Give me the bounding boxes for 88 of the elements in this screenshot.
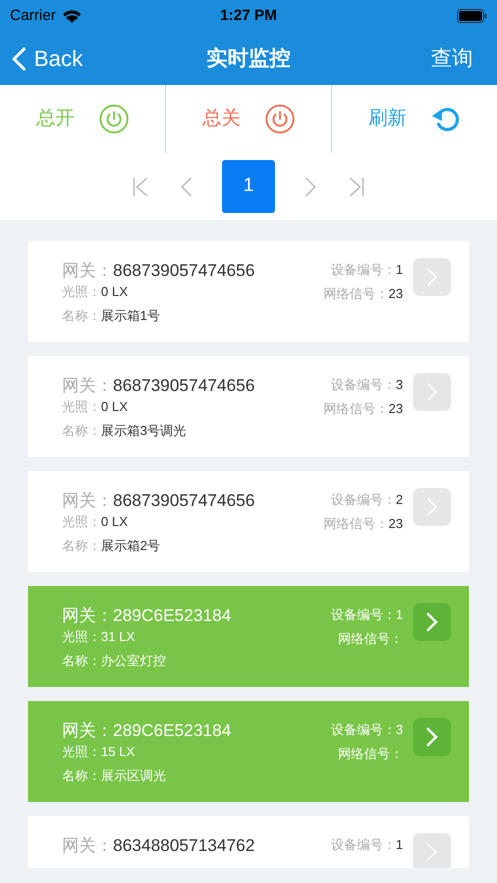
detail-button[interactable] — [413, 258, 451, 296]
gateway-id: 868739057474656 — [113, 490, 255, 512]
device-number-label: 设备编号： — [330, 606, 396, 624]
device-number: 1 — [396, 836, 403, 854]
chevron-right-icon — [426, 842, 438, 862]
first-page-icon[interactable] — [132, 176, 150, 196]
toolbar-button[interactable]: 刷新 — [368, 104, 460, 134]
chevron-right-icon — [426, 267, 438, 287]
device-number-label: 设备编号： — [330, 491, 396, 510]
signal-label: 网络信号： — [324, 515, 389, 534]
signal-value: 23 — [388, 400, 403, 418]
device-name: 展示箱1号 — [101, 307, 160, 325]
previous-page-icon[interactable] — [180, 176, 192, 196]
device-number: 1 — [396, 606, 403, 624]
name-label: 名称： — [62, 422, 101, 440]
light-value: 31 LX — [101, 628, 135, 646]
gateway-id: 289C6E523184 — [113, 605, 232, 627]
page-title: 实时监控 — [206, 46, 290, 72]
chevron-right-icon — [426, 612, 438, 632]
light-value: 0 LX — [101, 398, 128, 416]
clock: 1:27 PM — [220, 6, 277, 26]
device-name: 展示箱3号调光 — [101, 422, 186, 440]
detail-button[interactable] — [413, 718, 451, 756]
chevron-right-icon — [426, 497, 438, 517]
device-name: 展示箱2号 — [101, 537, 160, 555]
name-label: 名称： — [62, 652, 101, 670]
gateway-id: 868739057474656 — [113, 260, 255, 282]
detail-button[interactable] — [413, 603, 451, 641]
light-value: 0 LX — [101, 513, 128, 531]
signal-label: 网络信号： — [324, 285, 389, 304]
battery-icon — [457, 9, 487, 23]
device-name: 办公室灯控 — [101, 652, 166, 670]
carrier-label: Carrier — [10, 6, 56, 26]
name-label: 名称： — [62, 537, 101, 555]
name-label: 名称： — [62, 767, 101, 785]
next-page-icon[interactable] — [305, 176, 317, 196]
light-label: 光照： — [62, 398, 101, 416]
detail-button[interactable] — [413, 488, 451, 526]
toolbar-button[interactable]: 总开 — [36, 104, 128, 134]
chevron-right-icon — [426, 727, 438, 747]
device-card[interactable]: 网关：868739057474656 光照：0 LX 名称：展示箱3号调光 设备编号：3 网络信号：23 — [28, 356, 469, 457]
gateway-id: 863488057134762 — [113, 835, 255, 857]
query-button[interactable]: 查询 — [431, 42, 473, 74]
device-number-label: 设备编号： — [330, 836, 396, 854]
gateway-label: 网关： — [62, 260, 113, 282]
light-label: 光照： — [62, 513, 101, 531]
power-icon — [264, 104, 294, 134]
light-label: 光照： — [62, 283, 101, 301]
power-icon — [98, 104, 128, 134]
detail-button[interactable] — [413, 833, 451, 868]
gateway-label: 网关： — [62, 490, 113, 512]
device-number-label: 设备编号： — [330, 376, 396, 394]
light-value: 0 LX — [101, 283, 128, 301]
last-page-icon[interactable] — [347, 176, 365, 196]
signal-label: 网络信号： — [338, 745, 403, 764]
chevron-right-icon — [426, 382, 438, 402]
name-label: 名称： — [62, 307, 101, 325]
gateway-id: 289C6E523184 — [113, 720, 232, 742]
gateway-label: 网关： — [62, 720, 113, 742]
signal-label: 网络信号： — [338, 630, 403, 648]
light-label: 光照： — [62, 628, 101, 646]
device-number-label: 设备编号： — [330, 721, 396, 740]
chevron-left-icon — [12, 46, 26, 70]
gateway-id: 868739057474656 — [113, 375, 255, 397]
signal-label: 网络信号： — [324, 400, 389, 418]
wifi-icon — [62, 9, 82, 23]
signal-value: 23 — [388, 285, 403, 304]
device-number-label: 设备编号： — [330, 261, 396, 280]
device-name: 展示区调光 — [101, 767, 166, 785]
back-button[interactable]: Back — [12, 42, 83, 75]
device-card[interactable]: 网关：868739057474656 光照：0 LX 名称：展示箱1号 设备编号：1 网络信号：23 — [28, 241, 469, 342]
toolbar-button[interactable]: 总关 — [202, 104, 294, 134]
light-value: 15 LX — [101, 743, 135, 761]
device-card[interactable]: 网关：289C6E523184 光照：15 LX 名称：展示区调光 设备编号：3 网络信号： — [28, 701, 469, 802]
gateway-label: 网关： — [62, 605, 113, 627]
detail-button[interactable] — [413, 373, 451, 411]
light-label: 光照： — [62, 743, 101, 761]
device-card[interactable]: 网关：289C6E523184 光照：31 LX 名称：办公室灯控 设备编号：1 网络信号： — [28, 586, 469, 687]
device-card[interactable]: 网关：863488057134762 设备编号：1 — [28, 816, 469, 868]
device-number: 2 — [396, 491, 403, 510]
page-button[interactable]: 1 — [222, 160, 275, 213]
device-number: 3 — [396, 376, 403, 394]
gateway-label: 网关： — [62, 835, 113, 857]
gateway-label: 网关： — [62, 375, 113, 397]
device-number: 3 — [396, 721, 403, 740]
device-card[interactable]: 网关：868739057474656 光照：0 LX 名称：展示箱2号 设备编号：2 网络信号：23 — [28, 471, 469, 572]
device-number: 1 — [396, 261, 403, 280]
signal-value: 23 — [388, 515, 403, 534]
